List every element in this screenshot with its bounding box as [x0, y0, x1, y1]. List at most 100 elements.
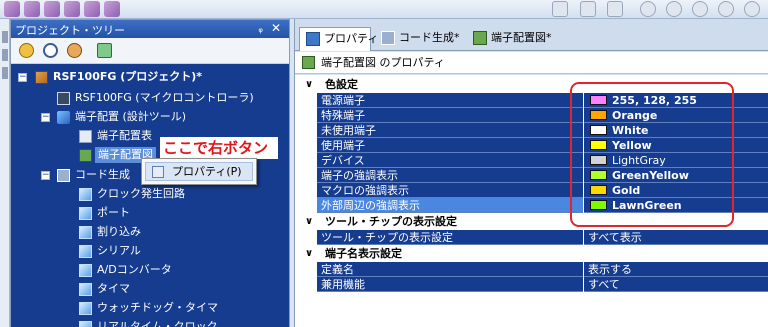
property-name: 定義名 [317, 262, 583, 277]
row-gutter [295, 262, 317, 277]
dock-tab-marker[interactable] [2, 67, 8, 79]
row-gutter [295, 230, 317, 245]
tree-node-code-gen[interactable]: コード生成 [75, 167, 130, 183]
pin-map-tab-icon [473, 31, 487, 45]
property-value[interactable]: すべて表示 [584, 230, 768, 245]
property-row[interactable]: ツール・チップの表示設定 すべて表示 [295, 230, 768, 245]
cube-icon [79, 264, 92, 277]
property-value[interactable]: すべて [584, 277, 768, 292]
toolbar-clean-icon[interactable] [44, 1, 60, 17]
main-toolbar [0, 0, 768, 19]
collapse-icon[interactable]: − [41, 113, 50, 122]
pin-table-icon [79, 130, 92, 143]
cube-icon [79, 207, 92, 220]
pin-map-icon [79, 149, 92, 162]
collapse-arrow-icon[interactable]: ∨ [305, 246, 313, 262]
row-gutter [295, 93, 317, 108]
row-gutter [295, 153, 317, 168]
context-menu-properties[interactable]: プロパティ(P) [145, 162, 253, 181]
code-gen-icon [57, 169, 70, 182]
tab-pin-map[interactable]: 端子配置図* [467, 27, 567, 51]
property-name: マクロの強調表示 [317, 183, 583, 198]
category-pin-name-display[interactable]: ∨ 端子名表示設定 [295, 246, 768, 262]
toolbar-build-icon[interactable] [4, 1, 20, 17]
code-gen-tab-icon [381, 31, 395, 45]
dock-tab-marker[interactable] [2, 31, 8, 43]
category-label: 端子名表示設定 [325, 247, 402, 260]
property-name: 使用端子 [317, 138, 583, 153]
toolbar-step-icon[interactable] [552, 1, 568, 17]
collapse-icon[interactable]: − [41, 171, 50, 180]
toolbar-stop-icon[interactable] [640, 1, 656, 17]
tree-node-microcontroller[interactable]: RSF100FG (マイクロコントローラ) [75, 90, 254, 106]
cube-icon [79, 226, 92, 239]
clock-icon[interactable] [43, 43, 58, 58]
property-title-bar: 端子配置図 のプロパティ [295, 52, 768, 74]
toolbar-connect-icon[interactable] [104, 1, 120, 17]
tree-node-project[interactable]: RSF100FG (プロジェクト)* [53, 69, 202, 85]
toolbar-run-to-icon[interactable] [692, 1, 708, 17]
tree-node-timer[interactable]: タイマ [97, 281, 130, 297]
property-name: 未使用端子 [317, 123, 583, 138]
tab-code-gen[interactable]: コード生成* [375, 27, 467, 51]
pin-config-icon [57, 111, 70, 124]
cube-icon [79, 302, 92, 315]
property-value[interactable]: 表示する [584, 262, 768, 277]
toolbar-rebuild-icon[interactable] [24, 1, 40, 17]
annotation-highlight-box [570, 82, 734, 227]
sort-icon[interactable] [19, 43, 34, 58]
toolbar-reset-icon[interactable] [744, 1, 760, 17]
close-icon[interactable]: ✕ [271, 21, 281, 35]
cube-icon [79, 188, 92, 201]
cube-icon [79, 245, 92, 258]
tab-code-gen-label: コード生成* [399, 31, 460, 44]
toolbar-run-icon[interactable] [666, 1, 682, 17]
properties-icon [152, 166, 164, 178]
project-tree-title: プロジェクト・ツリー [15, 24, 125, 37]
cube-icon [79, 321, 92, 327]
category-label: ツール・チップの表示設定 [325, 215, 457, 228]
property-name: 外部周辺の強調表示 [317, 198, 583, 213]
cube-icon [79, 283, 92, 296]
project-tree-toolbar [11, 38, 289, 64]
toolbar-return-icon[interactable] [607, 1, 623, 17]
row-gutter [295, 277, 317, 292]
tree-node-pin-table[interactable]: 端子配置表 [97, 128, 152, 144]
property-name: 端子の強調表示 [317, 168, 583, 183]
refresh-icon[interactable] [97, 43, 112, 58]
category-label: 色設定 [325, 78, 358, 91]
dock-tab-marker[interactable] [2, 49, 8, 61]
toolbar-download-icon[interactable] [84, 1, 100, 17]
collapse-icon[interactable]: − [18, 73, 27, 82]
pin-icon[interactable]: ᵩ [258, 22, 263, 35]
row-gutter [295, 198, 317, 213]
toolbar-pause-icon[interactable] [718, 1, 734, 17]
microcontroller-icon [57, 92, 70, 105]
context-menu-properties-label: プロパティ(P) [172, 165, 242, 178]
collapse-arrow-icon[interactable]: ∨ [305, 77, 313, 93]
tree-node-clock[interactable]: クロック発生回路 [97, 186, 185, 202]
pin-map-icon [302, 56, 315, 69]
property-title: 端子配置図 のプロパティ [321, 56, 445, 69]
collapse-arrow-icon[interactable]: ∨ [305, 214, 313, 230]
property-row[interactable]: 兼用機能 すべて [295, 277, 768, 292]
user-icon[interactable] [67, 43, 82, 58]
properties-tab-icon [306, 32, 320, 46]
property-row[interactable]: 定義名 表示する [295, 262, 768, 277]
tree-node-pin-config[interactable]: 端子配置 (設計ツール) [75, 109, 186, 125]
property-name: 電源端子 [317, 93, 583, 108]
tree-node-watchdog[interactable]: ウォッチドッグ・タイマ [97, 300, 218, 316]
tree-node-serial[interactable]: シリアル [97, 243, 141, 259]
tree-node-interrupt[interactable]: 割り込み [97, 224, 141, 240]
tree-node-port[interactable]: ポート [97, 205, 130, 221]
property-name: 特殊端子 [317, 108, 583, 123]
project-tree-body: − RSF100FG (プロジェクト)* RSF100FG (マイクロコントロー… [11, 64, 289, 327]
toolbar-step-over-icon[interactable] [580, 1, 596, 17]
row-gutter [295, 123, 317, 138]
tab-properties[interactable]: プロパティ [299, 27, 378, 51]
tree-node-ad-converter[interactable]: A/Dコンバータ [97, 262, 172, 278]
row-gutter [295, 108, 317, 123]
property-name: デバイス [317, 153, 583, 168]
toolbar-debug-icon[interactable] [64, 1, 80, 17]
tree-node-rtc[interactable]: リアルタイム・クロック [97, 319, 218, 327]
